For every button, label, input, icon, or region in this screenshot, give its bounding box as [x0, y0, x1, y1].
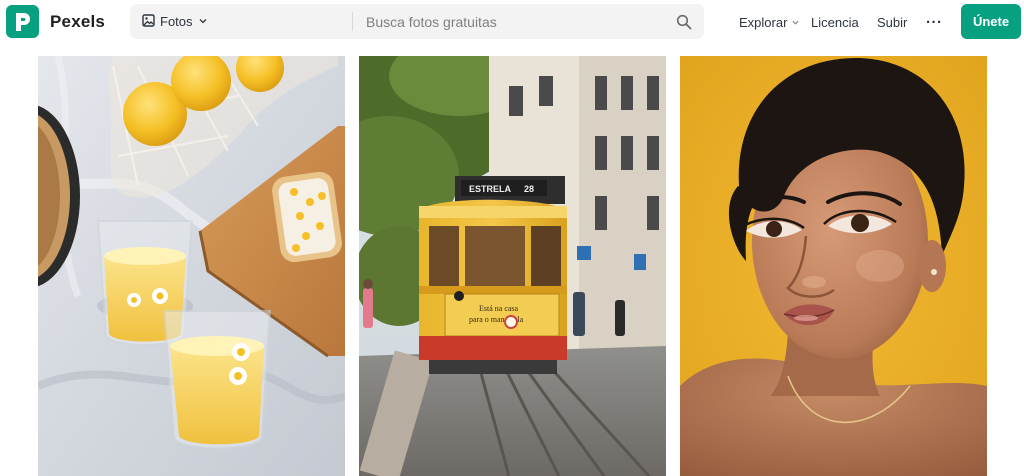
search-type-dropdown[interactable]: Fotos: [142, 4, 208, 39]
nav-license[interactable]: Licencia: [811, 0, 859, 44]
nav-explore-label: Explorar: [739, 14, 788, 30]
photo-lisbon-tram[interactable]: ESTRELA 28 Está na casa para o mandriola: [359, 56, 666, 476]
nav-explore[interactable]: Explorar: [739, 0, 800, 44]
nav-upload[interactable]: Subir: [877, 0, 907, 44]
search-divider: [352, 12, 353, 31]
photo-portrait-woman[interactable]: [680, 56, 987, 476]
join-button[interactable]: Únete: [961, 4, 1021, 39]
chevron-down-icon: [198, 14, 208, 29]
tram-ad-line1: Está na casa: [479, 304, 519, 313]
more-menu-button[interactable]: ···: [926, 0, 943, 44]
tram-number: 28: [524, 184, 534, 194]
search-input[interactable]: [366, 4, 786, 39]
top-navbar: Pexels Fotos Busca fotos gratuitas Explo…: [0, 0, 1024, 44]
search-icon[interactable]: [674, 12, 694, 32]
search-bar: Fotos: [130, 4, 786, 39]
photo-lemon-picnic[interactable]: [38, 56, 345, 476]
search-type-label: Fotos: [160, 14, 193, 29]
pexels-logo-icon[interactable]: [6, 5, 39, 38]
brand-name[interactable]: Pexels: [50, 12, 105, 32]
chevron-down-icon: [791, 15, 800, 30]
tram-destination-sign: ESTRELA: [469, 184, 512, 194]
image-icon: [142, 13, 155, 30]
